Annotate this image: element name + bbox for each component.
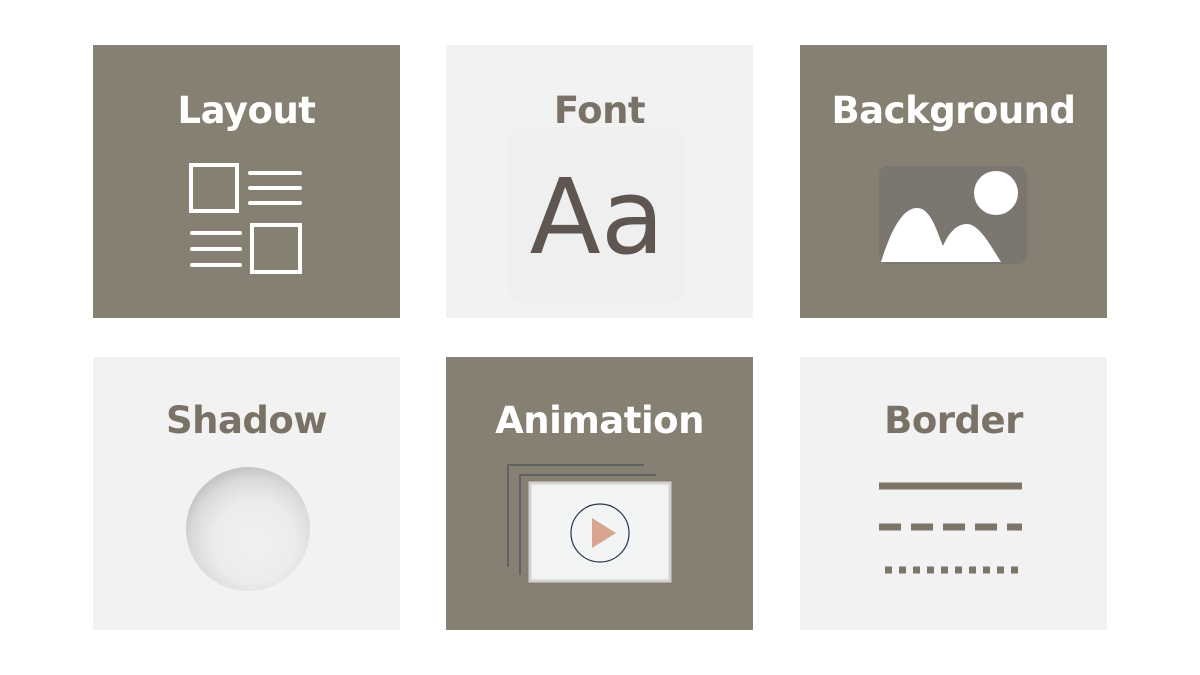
tile-title: Background <box>831 89 1076 132</box>
tile-title: Border <box>884 399 1023 442</box>
tile-font[interactable]: Font Aa <box>446 45 753 318</box>
shadow-icon <box>185 467 313 595</box>
tile-animation[interactable]: Animation <box>446 357 753 630</box>
image-icon <box>879 166 1027 264</box>
tile-background[interactable]: Background <box>800 45 1107 318</box>
tile-title: Font <box>553 89 646 132</box>
tile-title: Shadow <box>165 399 328 442</box>
layout-icon <box>188 161 304 275</box>
tile-title: Layout <box>177 89 316 132</box>
font-icon: Aa <box>529 156 665 278</box>
tile-border[interactable]: Border <box>800 357 1107 630</box>
tile-title: Animation <box>495 399 704 442</box>
play-icon <box>506 463 676 587</box>
tile-layout[interactable]: Layout <box>93 45 400 318</box>
tile-shadow[interactable]: Shadow <box>93 357 400 630</box>
border-styles-icon <box>879 479 1025 575</box>
